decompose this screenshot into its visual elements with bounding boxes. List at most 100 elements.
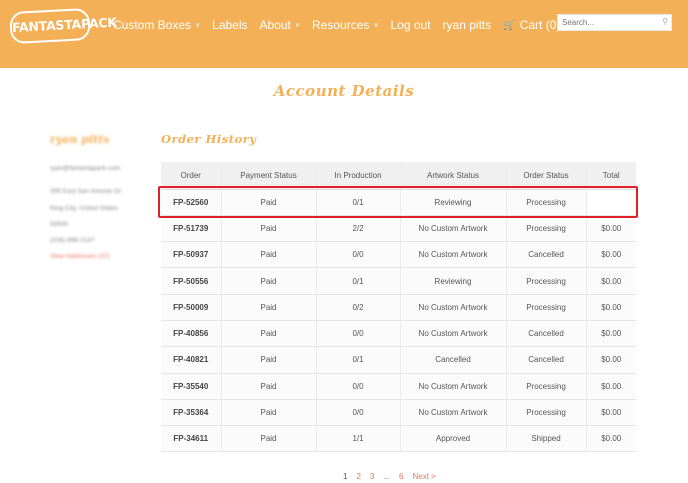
logo-text: FANTASTAPACK: [9, 7, 117, 45]
order-id-link[interactable]: FP-51739: [161, 215, 221, 243]
table-row[interactable]: FP-52560 Paid 0/1 Reviewing Processing: [161, 189, 636, 216]
table-row[interactable]: FP-40821 Paid 0/1 Cancelled Cancelled $0…: [161, 346, 636, 374]
order-id-link[interactable]: FP-40821: [161, 346, 221, 374]
nav-label: ryan pitts: [442, 18, 492, 32]
nav-custom-boxes[interactable]: Custom Boxes ∨: [113, 18, 200, 32]
payment-status: Paid: [220, 425, 316, 453]
page-link-2[interactable]: 2: [356, 472, 360, 481]
order-status: Cancelled: [505, 346, 586, 374]
page-link-last[interactable]: 6: [399, 472, 403, 481]
order-total: $0.00: [585, 241, 636, 269]
payment-status: Paid: [220, 399, 316, 427]
order-total: $0.00: [585, 267, 636, 295]
artwork-status: No Custom Artwork: [399, 320, 506, 348]
payment-status: Paid: [220, 320, 316, 348]
table-row[interactable]: FP-35364 Paid 0/0 No Custom Artwork Proc…: [161, 399, 636, 427]
artwork-status: Reviewing: [399, 189, 506, 216]
table-row[interactable]: FP-50009 Paid 0/2 No Custom Artwork Proc…: [161, 294, 636, 321]
column-header-in-production: In Production: [315, 162, 400, 190]
order-id-link[interactable]: FP-50556: [161, 267, 221, 295]
artwork-status: Reviewing: [399, 267, 506, 295]
account-name: ryan pitts: [50, 133, 110, 146]
main-nav: Custom Boxes ∨ Labels About ∨ Resources ∨ L…: [113, 17, 572, 33]
nav-cart[interactable]: 🛒 Cart (0): [503, 18, 560, 32]
view-addresses-link[interactable]: View Addresses (37): [50, 253, 110, 260]
in-production: 1/1: [315, 425, 400, 453]
nav-resources[interactable]: Resources ∨: [312, 18, 378, 32]
order-total: $0.00: [585, 320, 636, 348]
order-status: Processing: [505, 399, 586, 427]
table-row[interactable]: FP-35540 Paid 0/0 No Custom Artwork Proc…: [161, 373, 636, 400]
order-history-table: Order Payment Status In Production Artwo…: [161, 162, 636, 453]
fantastapack-logo[interactable]: FANTASTAPACK: [9, 7, 117, 45]
order-id-link[interactable]: FP-40856: [161, 320, 221, 348]
payment-status: Paid: [220, 294, 316, 321]
artwork-status: No Custom Artwork: [399, 241, 506, 269]
order-total: $0.00: [585, 346, 636, 374]
payment-status: Paid: [220, 373, 316, 400]
order-status: Cancelled: [505, 320, 586, 348]
order-total: $0.00: [585, 294, 636, 321]
table-header-row: Order Payment Status In Production Artwo…: [161, 162, 636, 190]
cart-icon: 🛒: [503, 19, 516, 31]
cart-label: Cart (0): [519, 18, 561, 32]
search-input[interactable]: [558, 15, 658, 30]
order-history-title: Order History: [161, 132, 257, 146]
nav-label: Labels: [212, 18, 248, 32]
artwork-status: No Custom Artwork: [399, 294, 506, 321]
order-total: $0.00: [585, 399, 636, 427]
payment-status: Paid: [220, 267, 316, 295]
payment-status: Paid: [220, 346, 316, 374]
nav-about[interactable]: About ∨: [260, 18, 300, 32]
nav-labels[interactable]: Labels: [212, 18, 247, 32]
order-id-link[interactable]: FP-50937: [161, 241, 221, 269]
nav-log-out[interactable]: Log out: [391, 18, 431, 32]
in-production: 2/2: [315, 215, 400, 243]
in-production: 0/1: [315, 346, 400, 374]
in-production: 0/1: [315, 189, 400, 216]
order-total: [585, 189, 636, 216]
table-row[interactable]: FP-34611 Paid 1/1 Approved Shipped $0.00: [161, 425, 636, 453]
next-page-link[interactable]: Next >: [412, 472, 435, 481]
chevron-down-icon: ∨: [373, 22, 379, 29]
in-production: 0/0: [315, 373, 400, 400]
order-id-link[interactable]: FP-35540: [161, 373, 221, 400]
order-status: Processing: [505, 294, 586, 321]
page-current: 1: [343, 472, 348, 481]
search-icon[interactable]: ⚲: [662, 17, 668, 26]
order-id-link[interactable]: FP-35364: [161, 399, 221, 427]
nav-label: About: [259, 18, 291, 32]
table-row[interactable]: FP-50937 Paid 0/0 No Custom Artwork Canc…: [161, 241, 636, 269]
chevron-down-icon: ∨: [294, 22, 301, 29]
table-row[interactable]: FP-51739 Paid 2/2 No Custom Artwork Proc…: [161, 215, 636, 243]
order-total: $0.00: [585, 373, 636, 400]
table-row[interactable]: FP-40856 Paid 0/0 No Custom Artwork Canc…: [161, 320, 636, 348]
search-box: ⚲: [557, 14, 672, 31]
order-id-link[interactable]: FP-34611: [161, 425, 221, 453]
table-row[interactable]: FP-50556 Paid 0/1 Reviewing Processing $…: [161, 267, 636, 295]
order-status: Processing: [505, 267, 586, 295]
nav-label: Log out: [390, 18, 431, 32]
order-status: Cancelled: [505, 241, 586, 269]
order-id-link[interactable]: FP-50009: [161, 294, 221, 321]
column-header-payment-status: Payment Status: [220, 162, 316, 190]
nav-label: Custom Boxes: [113, 18, 192, 32]
pagination: 1 2 3 ... 6 Next >: [343, 472, 445, 481]
artwork-status: No Custom Artwork: [399, 215, 506, 243]
artwork-status: Approved: [399, 425, 506, 453]
in-production: 0/0: [315, 241, 400, 269]
in-production: 0/0: [315, 320, 400, 348]
nav-account-name[interactable]: ryan pitts: [443, 18, 492, 32]
order-id-link[interactable]: FP-52560: [161, 189, 221, 216]
address-line-2: King City, United States: [50, 205, 119, 212]
in-production: 0/1: [315, 267, 400, 295]
page-link-3[interactable]: 3: [370, 472, 374, 481]
column-header-order: Order: [161, 162, 221, 190]
account-phone: (206) 898-2147: [50, 237, 95, 244]
payment-status: Paid: [220, 215, 316, 243]
address-zip: 93930: [50, 221, 69, 228]
artwork-status: No Custom Artwork: [399, 373, 506, 400]
page-ellipsis: ...: [383, 472, 391, 481]
site-header: FANTASTAPACK Custom Boxes ∨ Labels About ∨…: [0, 0, 688, 68]
order-status: Processing: [505, 215, 586, 243]
